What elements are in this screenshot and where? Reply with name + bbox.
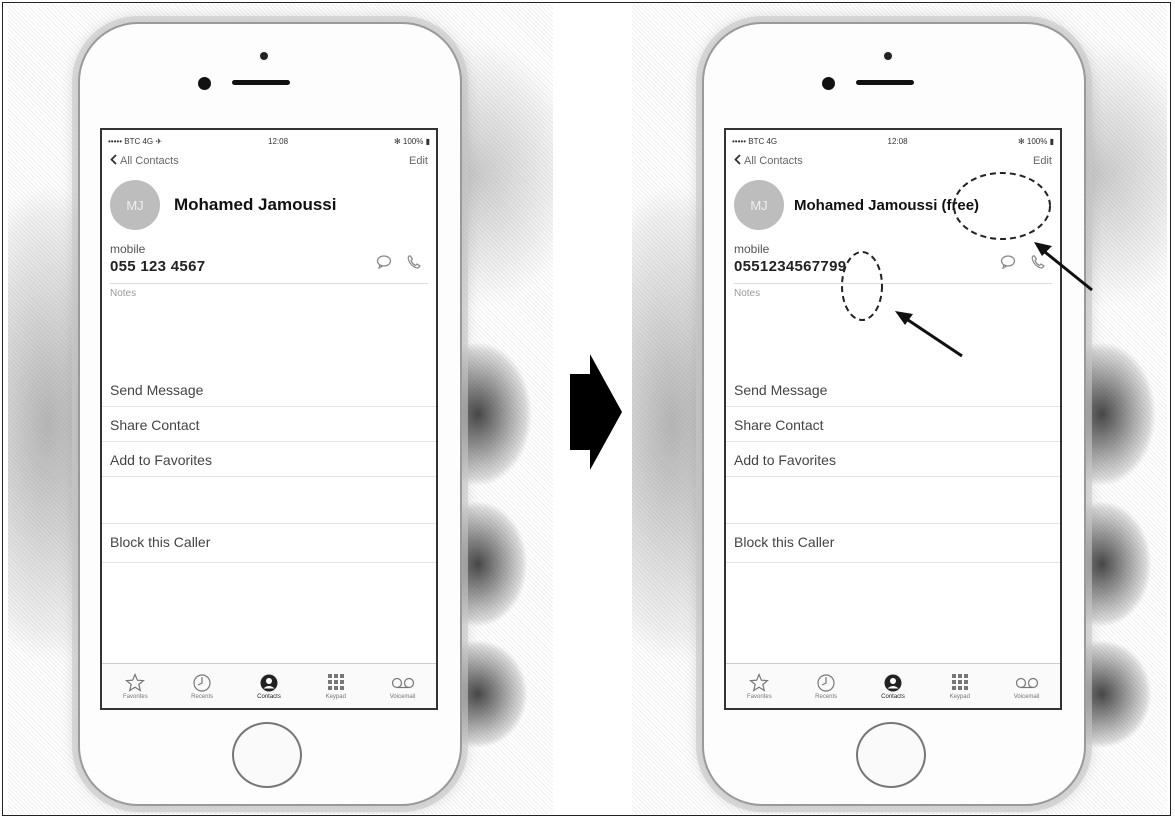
tab-contacts[interactable]: Contacts: [239, 672, 299, 700]
share-contact-button[interactable]: Share Contact: [726, 407, 1060, 442]
back-button[interactable]: All Contacts: [110, 154, 179, 168]
notes-field[interactable]: Notes: [102, 284, 436, 362]
phone-number[interactable]: 0551234567799: [734, 258, 846, 275]
tab-label: Keypad: [949, 694, 970, 700]
tab-bar: Favorites Recents Contacts Keypad Voicem…: [102, 663, 436, 708]
tab-label: Voicemail: [1013, 694, 1040, 700]
tab-favorites[interactable]: Favorites: [105, 672, 165, 700]
tab-voicemail[interactable]: Voicemail: [373, 672, 433, 700]
action-list: Send Message Share Contact Add to Favori…: [726, 372, 1060, 477]
proximity-sensor: [260, 52, 268, 60]
panel-after: ••••• BTC 4G 12:08 ✻ 100% ▮ All Contacts…: [632, 4, 1167, 814]
status-bar: ••••• BTC 4G 12:08 ✻ 100% ▮: [726, 130, 1060, 148]
status-bar: ••••• BTC 4G ✈ 12:08 ✻ 100% ▮: [102, 130, 436, 148]
send-message-button[interactable]: Send Message: [102, 372, 436, 407]
phone-label: mobile: [734, 242, 770, 256]
status-time: 12:08: [887, 136, 908, 146]
action-list: Send Message Share Contact Add to Favori…: [102, 372, 436, 477]
navigation-bar: All Contacts Edit: [726, 148, 1060, 174]
chevron-left-icon: [110, 154, 117, 168]
tab-label: Contacts: [257, 694, 281, 700]
battery-indicator: ✻ 100% ▮: [1017, 136, 1054, 146]
tab-contacts[interactable]: Contacts: [863, 672, 923, 700]
tab-recents[interactable]: Recents: [172, 672, 232, 700]
earpiece-speaker: [232, 80, 290, 85]
contacts-icon: [259, 672, 279, 694]
tab-keypad[interactable]: Keypad: [930, 672, 990, 700]
panel-before: ••••• BTC 4G ✈ 12:08 ✻ 100% ▮ All Contac…: [8, 4, 553, 814]
tab-voicemail[interactable]: Voicemail: [997, 672, 1057, 700]
keypad-icon: [326, 672, 346, 694]
voicemail-icon: [1015, 672, 1039, 694]
tab-label: Keypad: [325, 694, 346, 700]
earpiece-speaker: [856, 80, 914, 85]
edit-button[interactable]: Edit: [1033, 155, 1052, 167]
message-icon[interactable]: [376, 255, 392, 274]
phone-label: mobile: [110, 242, 146, 256]
battery-indicator: ✻ 100% ▮: [393, 136, 430, 146]
contact-header: MJ Mohamed Jamoussi (free): [726, 174, 1060, 232]
front-camera: [198, 77, 211, 90]
tab-label: Favorites: [123, 694, 148, 700]
phone-call-icon[interactable]: [406, 254, 422, 275]
notes-field[interactable]: Notes: [726, 284, 1060, 362]
clock-icon: [816, 672, 836, 694]
star-icon: [125, 672, 146, 694]
tab-favorites[interactable]: Favorites: [729, 672, 789, 700]
back-button-label: All Contacts: [120, 155, 179, 167]
iphone-device: ••••• BTC 4G 12:08 ✻ 100% ▮ All Contacts…: [702, 22, 1086, 806]
phone-entry[interactable]: mobile 055 123 4567: [102, 232, 436, 275]
front-camera: [822, 77, 835, 90]
contact-name: Mohamed Jamoussi: [174, 195, 337, 214]
carrier-signal: ••••• BTC 4G ✈: [108, 136, 163, 146]
back-button-label: All Contacts: [744, 155, 803, 167]
contact-name: Mohamed Jamoussi (free): [794, 196, 980, 214]
tab-bar: Favorites Recents Contacts Keypad Voicem…: [726, 663, 1060, 708]
tab-label: Favorites: [747, 694, 772, 700]
tab-keypad[interactable]: Keypad: [306, 672, 366, 700]
share-contact-button[interactable]: Share Contact: [102, 407, 436, 442]
back-button[interactable]: All Contacts: [734, 154, 803, 168]
home-button[interactable]: [232, 722, 302, 788]
star-icon: [749, 672, 770, 694]
phone-entry[interactable]: mobile 0551234567799: [726, 232, 1060, 275]
navigation-bar: All Contacts Edit: [102, 148, 436, 174]
tab-label: Contacts: [881, 694, 905, 700]
tab-label: Recents: [191, 694, 214, 700]
avatar: MJ: [734, 180, 784, 230]
add-to-favorites-button[interactable]: Add to Favorites: [102, 442, 436, 477]
phone-call-icon[interactable]: [1030, 254, 1046, 275]
phone-screen: ••••• BTC 4G ✈ 12:08 ✻ 100% ▮ All Contac…: [100, 128, 438, 710]
message-icon[interactable]: [1000, 255, 1016, 274]
iphone-device: ••••• BTC 4G ✈ 12:08 ✻ 100% ▮ All Contac…: [78, 22, 462, 806]
phone-actions: [376, 254, 422, 275]
tab-recents[interactable]: Recents: [796, 672, 856, 700]
add-to-favorites-button[interactable]: Add to Favorites: [726, 442, 1060, 477]
block-caller-button[interactable]: Block this Caller: [102, 524, 436, 563]
edit-button[interactable]: Edit: [409, 155, 428, 167]
block-caller-button[interactable]: Block this Caller: [726, 524, 1060, 563]
section-gap: [726, 477, 1060, 524]
transition-arrow-icon: [570, 354, 622, 470]
contact-header: MJ Mohamed Jamoussi: [102, 174, 436, 232]
status-time: 12:08: [268, 136, 289, 146]
keypad-icon: [950, 672, 970, 694]
phone-number[interactable]: 055 123 4567: [110, 258, 205, 275]
section-gap: [102, 477, 436, 524]
phone-screen: ••••• BTC 4G 12:08 ✻ 100% ▮ All Contacts…: [724, 128, 1062, 710]
contacts-icon: [883, 672, 903, 694]
voicemail-icon: [391, 672, 415, 694]
proximity-sensor: [884, 52, 892, 60]
clock-icon: [192, 672, 212, 694]
carrier-signal: ••••• BTC 4G: [732, 136, 778, 146]
phone-actions: [1000, 254, 1046, 275]
tab-label: Voicemail: [389, 694, 416, 700]
tab-label: Recents: [815, 694, 838, 700]
home-button[interactable]: [856, 722, 926, 788]
send-message-button[interactable]: Send Message: [726, 372, 1060, 407]
chevron-left-icon: [734, 154, 741, 168]
avatar: MJ: [110, 180, 160, 230]
